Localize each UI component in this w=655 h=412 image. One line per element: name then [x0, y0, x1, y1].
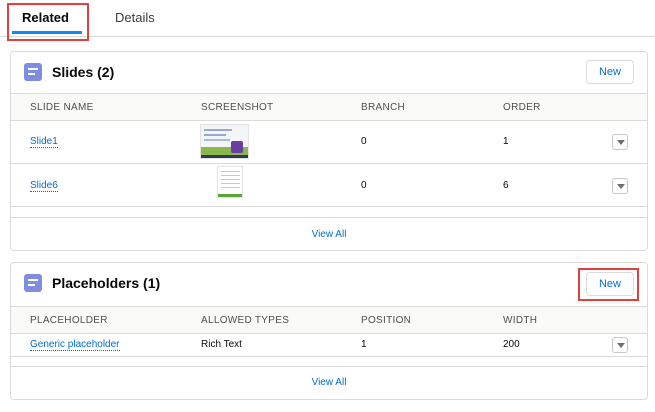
slides-object-icon: [24, 63, 42, 81]
order-cell: 1: [503, 136, 509, 147]
tab-active-indicator: [12, 31, 82, 34]
width-cell: 200: [503, 339, 520, 350]
position-cell: 1: [361, 339, 367, 350]
placeholders-new-button[interactable]: New: [586, 272, 634, 296]
table-row: Generic placeholder Rich Text 1 200: [11, 333, 647, 357]
row-actions-dropdown[interactable]: [612, 337, 628, 353]
slides-table-header: SLIDE NAME SCREENSHOT BRANCH ORDER: [11, 93, 647, 121]
card-footer-divider: [11, 366, 647, 367]
table-row: Slide6 0 6: [11, 164, 647, 207]
branch-cell: 0: [361, 180, 367, 191]
table-row: Slide1 0 1: [11, 120, 647, 164]
slides-card-header: Slides (2) New: [11, 52, 647, 94]
column-header-allowed-types[interactable]: ALLOWED TYPES: [201, 315, 289, 326]
slide-screenshot-thumbnail[interactable]: [200, 124, 249, 159]
slides-new-button[interactable]: New: [586, 60, 634, 84]
placeholders-card-title: Placeholders (1): [52, 275, 161, 291]
slides-view-all-link[interactable]: View All: [11, 229, 647, 240]
slide-name-link[interactable]: Slide1: [30, 136, 58, 148]
column-header-slide-name[interactable]: SLIDE NAME: [30, 102, 94, 113]
column-header-placeholder[interactable]: PLACEHOLDER: [30, 315, 108, 326]
column-header-width[interactable]: WIDTH: [503, 315, 537, 326]
tab-details[interactable]: Details: [115, 10, 155, 25]
allowed-types-cell: Rich Text: [201, 339, 242, 350]
column-header-order[interactable]: ORDER: [503, 102, 541, 113]
slide-name-link[interactable]: Slide6: [30, 180, 58, 192]
branch-cell: 0: [361, 136, 367, 147]
order-cell: 6: [503, 180, 509, 191]
placeholders-view-all-link[interactable]: View All: [11, 377, 647, 388]
placeholders-card-header: Placeholders (1) New: [11, 263, 647, 305]
placeholders-object-icon: [24, 274, 42, 292]
column-header-position[interactable]: POSITION: [361, 315, 411, 326]
slide-screenshot-thumbnail[interactable]: [217, 166, 243, 198]
card-footer-divider: [11, 217, 647, 218]
placeholders-table-header: PLACEHOLDER ALLOWED TYPES POSITION WIDTH: [11, 306, 647, 334]
row-actions-dropdown[interactable]: [612, 134, 628, 150]
tab-bar: Related Details: [0, 0, 655, 37]
column-header-screenshot[interactable]: SCREENSHOT: [201, 102, 273, 113]
row-actions-dropdown[interactable]: [612, 178, 628, 194]
slides-card: Slides (2) New SLIDE NAME SCREENSHOT BRA…: [10, 51, 648, 251]
column-header-branch[interactable]: BRANCH: [361, 102, 405, 113]
placeholders-card: Placeholders (1) New PLACEHOLDER ALLOWED…: [10, 262, 648, 400]
slides-card-title: Slides (2): [52, 64, 115, 80]
tab-related[interactable]: Related: [22, 10, 69, 25]
placeholder-name-link[interactable]: Generic placeholder: [30, 339, 120, 351]
